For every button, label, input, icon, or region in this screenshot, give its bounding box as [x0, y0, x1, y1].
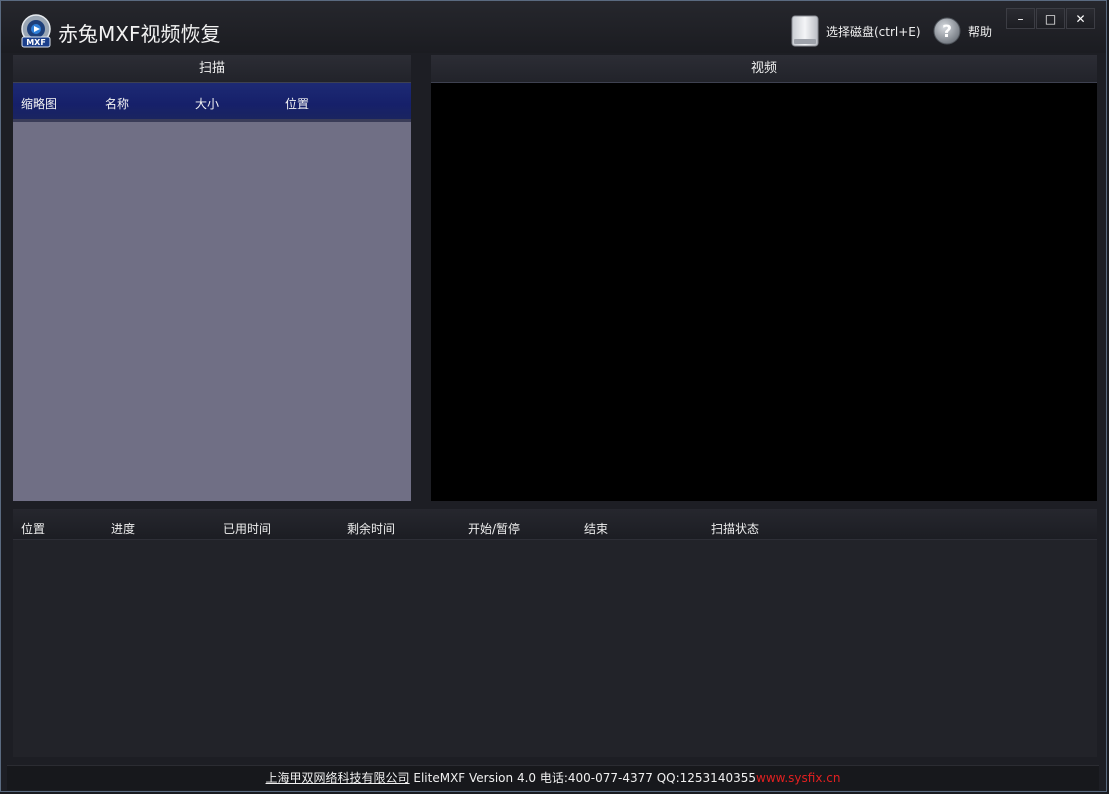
- column-progress[interactable]: 进度: [111, 520, 135, 537]
- scan-result-list[interactable]: [13, 122, 411, 501]
- scan-panel-title: 扫描: [13, 55, 411, 83]
- scan-column-header: 缩略图 名称 大小 位置: [13, 83, 411, 122]
- column-remaining-time[interactable]: 剩余时间: [347, 520, 395, 537]
- window-controls: – □ ✕: [1006, 8, 1096, 29]
- select-disk-button[interactable]: 选择磁盘(ctrl+E): [791, 14, 921, 48]
- video-panel: 视频: [431, 55, 1097, 501]
- column-location[interactable]: 位置: [285, 95, 309, 112]
- video-panel-title: 视频: [431, 55, 1097, 83]
- disk-icon: [791, 15, 819, 47]
- title-bar: MXF 赤兔MXF视频恢复 选择磁盘(ctrl+E) ? 帮助 – □ ✕: [1, 1, 1106, 53]
- video-preview-area[interactable]: [431, 83, 1097, 501]
- help-label: 帮助: [968, 24, 993, 39]
- app-window: MXF 赤兔MXF视频恢复 选择磁盘(ctrl+E) ? 帮助 – □ ✕ 扫描…: [0, 0, 1107, 792]
- footer: 上海甲双网络科技有限公司 EliteMXF Version 4.0 电话:400…: [7, 765, 1099, 790]
- column-start-pause[interactable]: 开始/暂停: [468, 520, 520, 537]
- close-button[interactable]: ✕: [1066, 8, 1095, 29]
- mxf-logo-icon: MXF: [19, 14, 53, 48]
- minimize-button[interactable]: –: [1006, 8, 1035, 29]
- app-title: 赤兔MXF视频恢复: [58, 22, 221, 46]
- select-disk-label: 选择磁盘(ctrl+E): [826, 24, 921, 39]
- maximize-button[interactable]: □: [1036, 8, 1065, 29]
- company-link[interactable]: 上海甲双网络科技有限公司: [266, 771, 410, 785]
- column-end[interactable]: 结束: [584, 520, 608, 537]
- column-name[interactable]: 名称: [105, 95, 129, 112]
- svg-text:?: ?: [942, 22, 952, 42]
- column-thumbnail[interactable]: 缩略图: [21, 95, 57, 112]
- task-list[interactable]: [13, 540, 1097, 757]
- logo-text: MXF: [26, 38, 46, 47]
- help-button[interactable]: ? 帮助: [933, 16, 992, 46]
- column-task-location[interactable]: 位置: [21, 520, 45, 537]
- task-column-header: 位置 进度 已用时间 剩余时间 开始/暂停 结束 扫描状态: [13, 509, 1097, 540]
- column-scan-status[interactable]: 扫描状态: [711, 520, 759, 537]
- website-link[interactable]: www.sysfix.cn: [756, 771, 840, 785]
- column-size[interactable]: 大小: [195, 95, 219, 112]
- footer-info: EliteMXF Version 4.0 电话:400-077-4377 QQ:…: [409, 771, 756, 785]
- task-table: 位置 进度 已用时间 剩余时间 开始/暂停 结束 扫描状态: [13, 509, 1097, 757]
- column-elapsed-time[interactable]: 已用时间: [223, 520, 271, 537]
- scan-panel: 扫描 缩略图 名称 大小 位置: [13, 55, 411, 501]
- help-icon: ?: [933, 17, 961, 45]
